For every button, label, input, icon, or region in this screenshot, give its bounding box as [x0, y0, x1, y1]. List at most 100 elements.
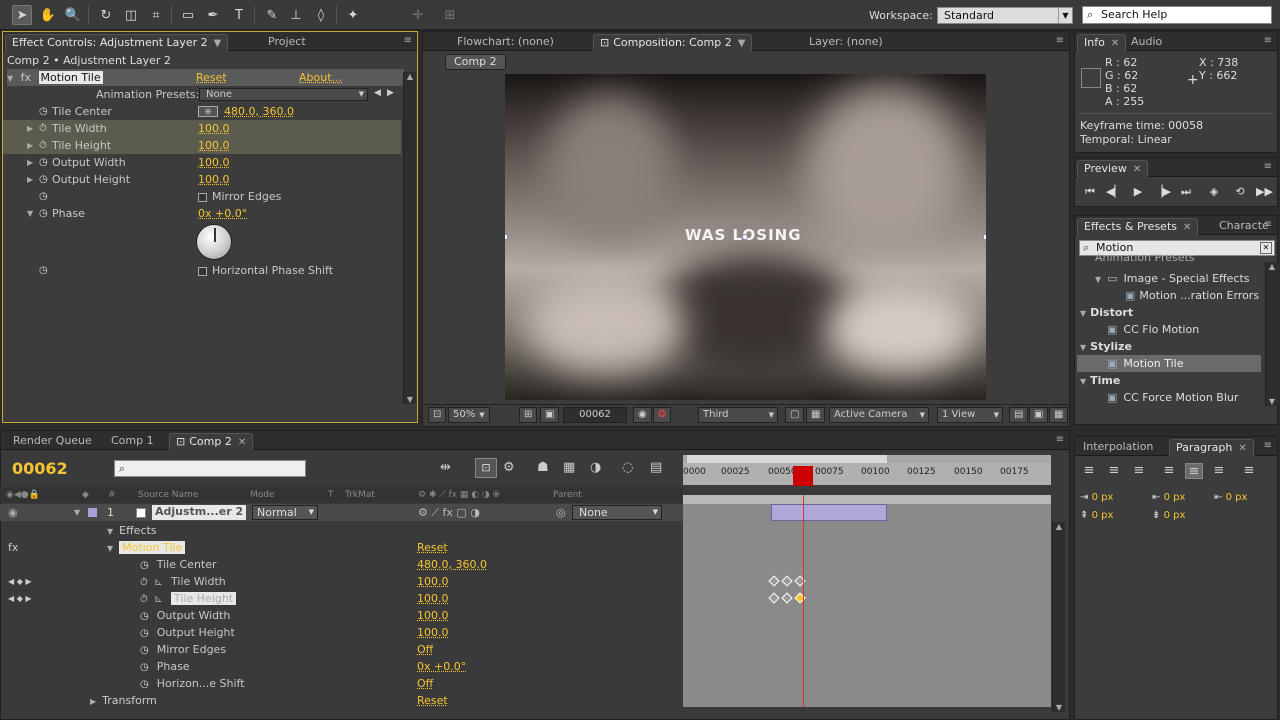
- zoom-select[interactable]: 50% ▼: [448, 407, 490, 423]
- stopwatch-icon[interactable]: ◷: [140, 611, 149, 622]
- prop-row-mirror-edges[interactable]: ◷ Mirror Edges: [3, 188, 401, 205]
- layer-handle[interactable]: [505, 234, 508, 240]
- composition-viewer[interactable]: WAS LOSING: [505, 74, 986, 400]
- col-source-name[interactable]: Source Name: [138, 487, 198, 503]
- live-update-icon[interactable]: ⊡: [475, 458, 497, 478]
- tl-reset-link[interactable]: Reset: [417, 539, 448, 556]
- tl-row-tile-height[interactable]: ⏱ ⊾ Tile Height: [140, 590, 410, 607]
- anchor-point[interactable]: [742, 234, 748, 240]
- effect-row-motion-tile[interactable]: ▼ fx Motion Tile Reset About...: [7, 69, 404, 86]
- list-item[interactable]: ▣ CC Force Motion Blur: [1077, 389, 1261, 406]
- prop-value[interactable]: 480.0, 360.0: [224, 103, 294, 120]
- prop-value[interactable]: 100.0: [198, 171, 230, 188]
- list-item[interactable]: ▣ Motion ...ration Errors: [1077, 287, 1261, 304]
- list-item[interactable]: ▼ ▭ Image - Special Effects: [1077, 270, 1261, 287]
- tl-row-value[interactable]: 100.0: [417, 590, 449, 607]
- tab-project[interactable]: Project: [262, 34, 312, 51]
- axis-local-icon[interactable]: ⊞: [440, 5, 460, 25]
- expand-triangle-icon[interactable]: ▼: [1080, 343, 1086, 352]
- stopwatch-icon[interactable]: ◷: [140, 662, 149, 673]
- close-icon[interactable]: ✕: [1238, 443, 1246, 454]
- prop-row-output-width[interactable]: ▶ ◷ Output Width 100.0: [3, 154, 401, 171]
- scroll-down-icon[interactable]: ▼: [404, 395, 416, 404]
- tab-render-queue[interactable]: Render Queue: [7, 433, 98, 450]
- graph-icon[interactable]: ⊾: [154, 592, 163, 605]
- keyframe[interactable]: [768, 575, 780, 587]
- zoom-icon[interactable]: 🔍: [63, 5, 83, 25]
- tab-comp-2[interactable]: ⊡ Comp 2 ✕: [169, 433, 254, 450]
- tab-flowchart[interactable]: Flowchart: (none): [451, 34, 560, 51]
- prop-value[interactable]: 100.0: [198, 120, 230, 137]
- tl-row-horizontal-phase-shift[interactable]: ◷ Horizon...e Shift: [140, 675, 410, 692]
- prop-row-output-height[interactable]: ▶ ◷ Output Height 100.0: [3, 171, 401, 188]
- expand-triangle-icon[interactable]: ▼: [107, 544, 113, 553]
- tab-paragraph[interactable]: Paragraph ✕: [1169, 439, 1254, 456]
- keyframe[interactable]: [768, 592, 780, 604]
- layer-switches[interactable]: ⚙ ⟋ fx ▢ ◑: [418, 504, 480, 521]
- hand-icon[interactable]: ✋: [38, 5, 58, 25]
- preset-next-icon[interactable]: ▶: [387, 88, 394, 98]
- parent-select[interactable]: None ▼: [572, 505, 662, 520]
- rectangle-mask-icon[interactable]: ▭: [178, 5, 198, 25]
- graph-icon[interactable]: ⊾: [154, 575, 163, 588]
- ram-preview-icon[interactable]: ▶▶: [1256, 184, 1273, 200]
- previous-frame-icon[interactable]: ◀▏: [1106, 184, 1123, 200]
- timeline-icon[interactable]: ▦: [1049, 407, 1069, 423]
- close-icon[interactable]: ✕: [1111, 38, 1119, 49]
- indent-first-line[interactable]: ⇤ 0 px: [1152, 492, 1185, 503]
- justify-left-icon[interactable]: ≡: [1160, 463, 1178, 479]
- next-frame-icon[interactable]: ▕▶: [1154, 184, 1171, 200]
- resolution-select[interactable]: Third ▼: [698, 407, 778, 423]
- region-of-interest-icon[interactable]: ▢: [785, 407, 805, 423]
- panel-menu-icon[interactable]: ≡: [404, 35, 412, 46]
- col-parent[interactable]: Parent: [553, 487, 582, 503]
- time-ruler[interactable]: 0000 00025 00050 00075 00100 00125 00150…: [683, 463, 1051, 485]
- tl-row-value[interactable]: Off: [417, 641, 433, 658]
- justify-right-icon[interactable]: ≡: [1210, 463, 1228, 479]
- tab-effects-presets[interactable]: Effects & Presets ✕: [1077, 218, 1199, 235]
- tl-row-value[interactable]: 100.0: [417, 607, 449, 624]
- comp-nav-button[interactable]: Comp 2: [445, 54, 506, 70]
- align-right-icon[interactable]: ≡: [1130, 463, 1148, 479]
- tab-effect-controls[interactable]: Effect Controls: Adjustment Layer 2 ▼: [5, 34, 229, 51]
- panel-menu-icon[interactable]: ≡: [1264, 219, 1272, 230]
- expand-triangle-icon[interactable]: ▼: [7, 74, 13, 83]
- tab-composition[interactable]: ⊡ Composition: Comp 2 ▼: [593, 34, 753, 51]
- panel-menu-icon[interactable]: ≡: [1264, 35, 1272, 46]
- eye-icon[interactable]: ◉: [8, 504, 18, 521]
- space-after[interactable]: ⇟ 0 px: [1152, 510, 1185, 521]
- prop-row-tile-width[interactable]: ▶ ⏱ Tile Width 100.0: [3, 120, 401, 137]
- tab-layer[interactable]: Layer: (none): [803, 34, 889, 51]
- panel-menu-icon[interactable]: ≡: [1264, 440, 1272, 451]
- stopwatch-icon[interactable]: ◷: [140, 645, 149, 656]
- tab-audio[interactable]: Audio: [1125, 34, 1168, 51]
- layer-handle[interactable]: [983, 234, 986, 240]
- timeline-search-input[interactable]: ⌕: [114, 460, 306, 477]
- keyframe-navigator[interactable]: ◀ ◆ ▶: [8, 590, 32, 607]
- list-item[interactable]: ▼ Distort: [1077, 304, 1261, 321]
- scrollbar[interactable]: ▲ ▼: [1265, 262, 1278, 406]
- align-left-icon[interactable]: ≡: [1080, 463, 1098, 479]
- indent-right-value[interactable]: 0 px: [1226, 492, 1248, 503]
- pan-behind-icon[interactable]: ⌗: [146, 5, 166, 25]
- scrollbar[interactable]: ▲ ▼: [1052, 522, 1065, 712]
- panel-menu-icon[interactable]: ≡: [1056, 35, 1064, 46]
- timeline-timecode[interactable]: 00062: [12, 459, 68, 478]
- prop-row-phase[interactable]: ▼ ◷ Phase 0x +0.0°: [3, 205, 401, 222]
- stopwatch-icon[interactable]: ⏱: [140, 594, 148, 605]
- expand-triangle-icon[interactable]: ▶: [27, 171, 33, 188]
- always-preview-icon[interactable]: ⊡: [428, 407, 447, 423]
- justify-center-icon[interactable]: ≡: [1185, 463, 1203, 479]
- stopwatch-icon[interactable]: ◷: [39, 205, 48, 222]
- effect-name[interactable]: Motion Tile: [38, 71, 103, 84]
- indent-right[interactable]: ⇤ 0 px: [1214, 492, 1247, 503]
- timeline-track-area[interactable]: [683, 495, 1051, 707]
- tl-row-value[interactable]: 480.0, 360.0: [417, 556, 487, 573]
- mode-select[interactable]: Normal ▼: [252, 505, 318, 520]
- expand-triangle-icon[interactable]: ▼: [1095, 275, 1101, 284]
- tl-row-output-height[interactable]: ◷ Output Height: [140, 624, 410, 641]
- animation-presets-select[interactable]: None ▼: [199, 88, 368, 101]
- stopwatch-icon[interactable]: ◷: [39, 154, 48, 171]
- title-safe-icon[interactable]: ⊞: [519, 407, 538, 423]
- stopwatch-icon[interactable]: ◷: [39, 103, 48, 120]
